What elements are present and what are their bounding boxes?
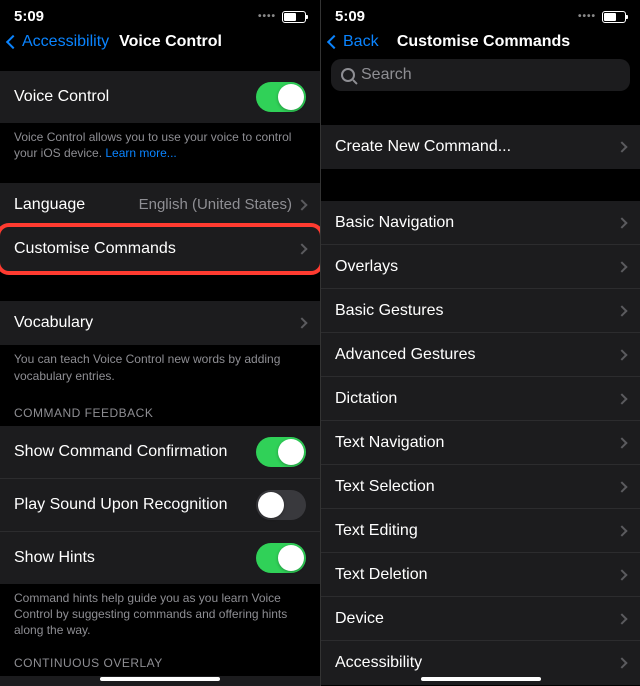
chevron-right-icon	[616, 613, 627, 624]
row-label: Accessibility	[335, 654, 618, 672]
chevron-right-icon	[296, 244, 307, 255]
nav-bar: Accessibility Voice Control	[0, 27, 320, 61]
status-bar: 5:09 ••••	[321, 0, 640, 27]
row-label: Create New Command...	[335, 138, 618, 156]
row-show-hints[interactable]: Show Hints	[0, 532, 320, 584]
settings-scroll[interactable]: Voice Control Voice Control allows you t…	[0, 61, 320, 686]
row-play-sound[interactable]: Play Sound Upon Recognition	[0, 479, 320, 532]
chevron-right-icon	[616, 569, 627, 580]
phone-right: 5:09 •••• Back Customise Commands Search…	[320, 0, 640, 686]
row-label: Vocabulary	[14, 314, 298, 332]
chevron-right-icon	[616, 657, 627, 668]
row-category[interactable]: Text Deletion	[321, 553, 640, 597]
row-category[interactable]: Text Editing	[321, 509, 640, 553]
group-command-categories: Basic Navigation Overlays Basic Gestures Ad…	[321, 201, 640, 685]
show-hints-description: Command hints help guide you as you lear…	[0, 584, 320, 639]
row-label: Text Editing	[335, 522, 618, 540]
chevron-right-icon	[296, 199, 307, 210]
toggle-show-hints[interactable]	[256, 543, 306, 573]
row-label: Text Selection	[335, 478, 618, 496]
group-create-new: Create New Command...	[321, 125, 640, 169]
row-category[interactable]: Basic Gestures	[321, 289, 640, 333]
toggle-play-sound[interactable]	[256, 490, 306, 520]
search-placeholder: Search	[361, 66, 412, 84]
back-button[interactable]: Back	[329, 33, 379, 51]
status-indicators: ••••	[578, 11, 626, 23]
signal-dots: ••••	[578, 11, 596, 22]
row-label: Show Command Confirmation	[14, 443, 256, 461]
page-title: Voice Control	[119, 33, 222, 51]
chevron-right-icon	[616, 481, 627, 492]
row-category[interactable]: Dictation	[321, 377, 640, 421]
row-label: Overlays	[335, 258, 618, 276]
battery-icon	[282, 11, 306, 23]
row-label: Basic Gestures	[335, 302, 618, 320]
row-category[interactable]: Text Selection	[321, 465, 640, 509]
chevron-right-icon	[296, 318, 307, 329]
row-voice-control-toggle[interactable]: Voice Control	[0, 71, 320, 123]
home-indicator[interactable]	[421, 677, 541, 681]
chevron-right-icon	[616, 217, 627, 228]
row-category[interactable]: Advanced Gestures	[321, 333, 640, 377]
signal-dots: ••••	[258, 11, 276, 22]
chevron-right-icon	[616, 437, 627, 448]
chevron-left-icon	[6, 35, 20, 49]
chevron-left-icon	[327, 35, 341, 49]
row-create-new-command[interactable]: Create New Command...	[321, 125, 640, 169]
row-show-confirmation[interactable]: Show Command Confirmation	[0, 426, 320, 479]
row-label: Customise Commands	[14, 240, 298, 258]
row-label: Language	[14, 196, 139, 214]
chevron-right-icon	[616, 525, 627, 536]
home-indicator[interactable]	[100, 677, 220, 681]
search-icon	[341, 68, 355, 82]
chevron-right-icon	[616, 349, 627, 360]
row-label: Voice Control	[14, 88, 256, 106]
phone-left: 5:09 •••• Accessibility Voice Control Vo…	[0, 0, 320, 686]
row-label: Play Sound Upon Recognition	[14, 496, 256, 514]
nav-bar: Back Customise Commands	[321, 27, 640, 59]
battery-icon	[602, 11, 626, 23]
row-language[interactable]: Language English (United States)	[0, 183, 320, 227]
back-label: Accessibility	[22, 33, 109, 51]
group-language-commands: Language English (United States) Customi…	[0, 183, 320, 271]
toggle-voice-control[interactable]	[256, 82, 306, 112]
row-label: Text Navigation	[335, 434, 618, 452]
group-vocabulary: Vocabulary	[0, 301, 320, 345]
search-input[interactable]: Search	[331, 59, 630, 91]
status-bar: 5:09 ••••	[0, 0, 320, 27]
status-indicators: ••••	[258, 11, 306, 23]
vocabulary-description: You can teach Voice Control new words by…	[0, 345, 320, 383]
search-wrap: Search	[321, 59, 640, 101]
row-label: Dictation	[335, 390, 618, 408]
back-label: Back	[343, 33, 379, 51]
row-category[interactable]: Device	[321, 597, 640, 641]
row-category[interactable]: Overlays	[321, 245, 640, 289]
row-label: Basic Navigation	[335, 214, 618, 232]
chevron-right-icon	[616, 305, 627, 316]
chevron-right-icon	[616, 261, 627, 272]
row-label: Text Deletion	[335, 566, 618, 584]
back-button[interactable]: Accessibility	[8, 33, 109, 51]
row-label: Show Hints	[14, 549, 256, 567]
row-category[interactable]: Basic Navigation	[321, 201, 640, 245]
status-time: 5:09	[335, 8, 365, 25]
toggle-show-confirmation[interactable]	[256, 437, 306, 467]
row-category[interactable]: Text Navigation	[321, 421, 640, 465]
row-label: Device	[335, 610, 618, 628]
voice-control-description: Voice Control allows you to use your voi…	[0, 123, 320, 161]
status-time: 5:09	[14, 8, 44, 25]
chevron-right-icon	[616, 141, 627, 152]
row-value: English (United States)	[139, 196, 292, 213]
chevron-right-icon	[616, 393, 627, 404]
header-continuous-overlay: CONTINUOUS OVERLAY	[0, 656, 320, 676]
header-command-feedback: COMMAND FEEDBACK	[0, 406, 320, 426]
group-command-feedback: Show Command Confirmation Play Sound Upo…	[0, 426, 320, 584]
row-label: Advanced Gestures	[335, 346, 618, 364]
group-voice-control: Voice Control	[0, 71, 320, 123]
learn-more-link[interactable]: Learn more...	[105, 146, 176, 160]
row-customise-commands[interactable]: Customise Commands	[0, 227, 320, 271]
commands-scroll[interactable]: Create New Command... Basic Navigation Ov…	[321, 101, 640, 686]
row-vocabulary[interactable]: Vocabulary	[0, 301, 320, 345]
